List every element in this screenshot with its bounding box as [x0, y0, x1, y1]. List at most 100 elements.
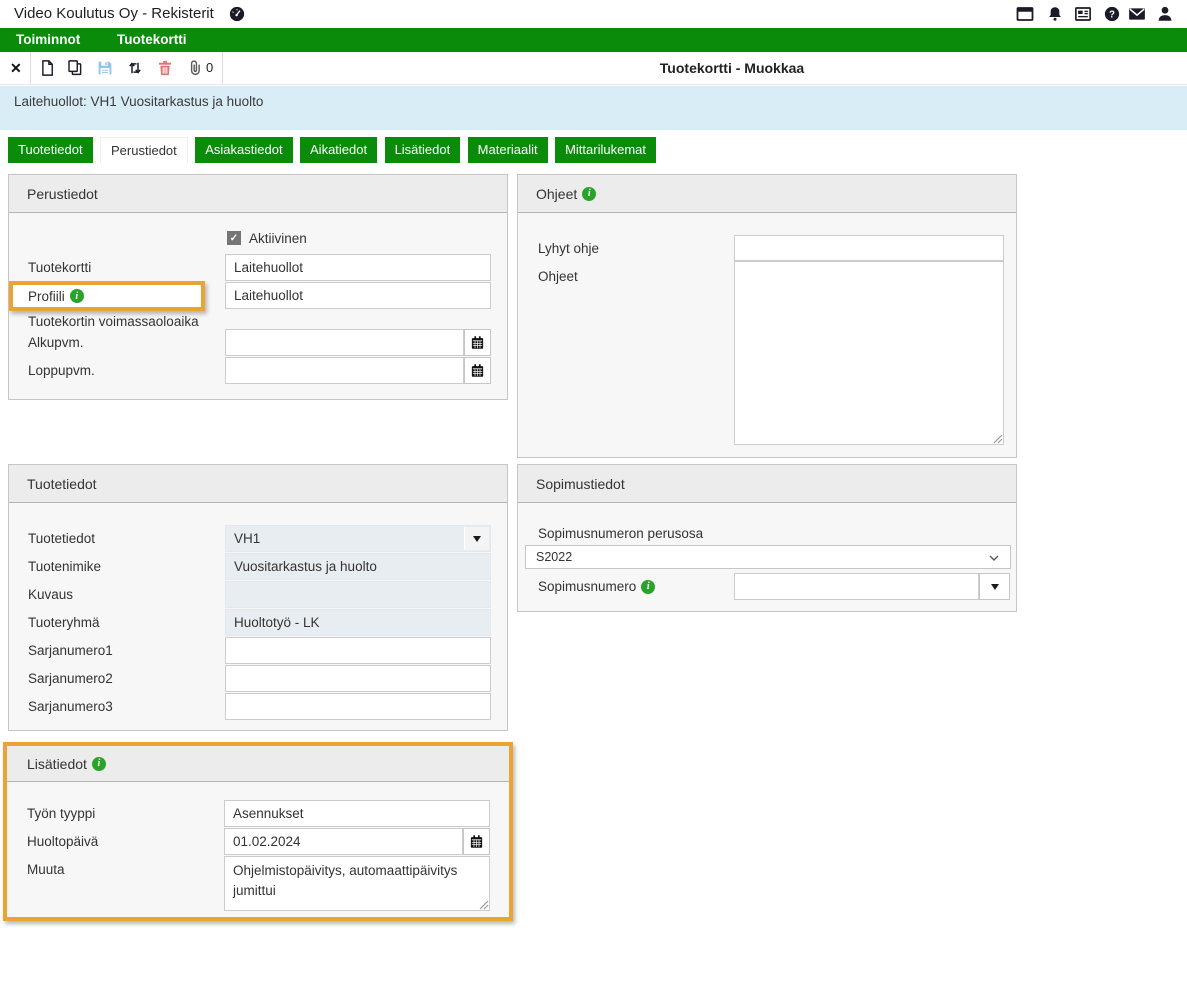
tuoteryhma-field: Huoltotyö - LK [225, 609, 491, 636]
attachment-count: 0 [206, 52, 213, 84]
sopimusnumero-field[interactable] [734, 573, 979, 600]
panel-tuotetiedot: Tuotetiedot Tuotetiedot VH1 Tuotenimike … [8, 464, 508, 731]
ohjeet-textarea[interactable] [734, 261, 1004, 445]
sarjanumero1-field[interactable] [225, 637, 491, 664]
tuoteryhma-label: Tuoteryhmä [28, 609, 100, 636]
app-window: Video Koulutus Oy - Rekisterit ? Toiminn… [0, 0, 1187, 994]
lyhyt-ohje-field[interactable] [734, 235, 1004, 261]
huoltopaiva-field[interactable] [224, 828, 463, 855]
record-infobar: Laitehuollot: VH1 Vuositarkastus ja huol… [0, 86, 1187, 130]
panel-perustiedot-header: Perustiedot [9, 175, 507, 213]
tab-perustiedot[interactable]: Perustiedot [100, 137, 188, 163]
tab-tuotetiedot[interactable]: Tuotetiedot [8, 137, 93, 163]
refresh-icon[interactable] [126, 59, 144, 77]
tyon-tyyppi-label: Työn tyyppi [27, 800, 95, 827]
tuotetiedot-label: Tuotetiedot [28, 525, 95, 552]
info-icon[interactable]: i [641, 580, 655, 594]
menu-tuotekortti[interactable]: Tuotekortti [117, 28, 187, 52]
toolbar-separator [30, 52, 31, 84]
dashboard-icon [228, 5, 246, 23]
aktiivinen-label: Aktiivinen [249, 225, 307, 252]
newspaper-icon[interactable] [1074, 5, 1092, 23]
info-icon[interactable]: i [582, 187, 596, 201]
checkmark-icon: ✓ [230, 233, 238, 244]
tuotekortti-field[interactable] [225, 254, 491, 281]
user-icon[interactable] [1156, 5, 1174, 23]
page-title: Tuotekortti - Muokkaa [660, 52, 804, 84]
loppupvm-field[interactable] [225, 357, 464, 384]
tuotetiedot-dropdown[interactable]: VH1 [225, 525, 491, 552]
sarjanumero3-field[interactable] [225, 693, 491, 720]
tuotekortti-label: Tuotekortti [28, 254, 91, 281]
ohjeet-label: Ohjeet [538, 263, 578, 290]
alkupvm-field[interactable] [225, 329, 464, 356]
muuta-textarea[interactable]: Ohjelmistopäivitys, automaattipäivitys j… [224, 856, 490, 911]
panel-sopimustiedot: Sopimustiedot Sopimusnumeron perusosa S2… [517, 464, 1017, 612]
record-info-text: Laitehuollot: VH1 Vuositarkastus ja huol… [14, 94, 263, 109]
tyon-tyyppi-field[interactable] [224, 800, 490, 827]
loppupvm-label: Loppupvm. [28, 357, 95, 384]
calendar-icon [469, 834, 484, 849]
save-icon[interactable] [96, 59, 114, 77]
panel-tuotetiedot-header: Tuotetiedot [9, 465, 507, 503]
sopimusnumero-dropdown-button[interactable] [979, 573, 1010, 600]
panel-ohjeet-header: Ohjeet i [518, 175, 1016, 213]
sarjanumero2-field[interactable] [225, 665, 491, 692]
alkupvm-label: Alkupvm. [28, 329, 84, 356]
toolbar-separator [222, 52, 223, 84]
new-document-icon[interactable] [38, 59, 56, 77]
caret-down-icon [473, 536, 481, 542]
window-icon[interactable] [1016, 5, 1034, 23]
tuotenimike-field: Vuositarkastus ja huolto [225, 553, 491, 580]
sopimusnumeron-perusosa-label: Sopimusnumeron perusosa [538, 521, 703, 545]
tab-bar: Tuotetiedot Perustiedot Asiakastiedot Ai… [8, 137, 659, 163]
tab-materiaalit[interactable]: Materiaalit [468, 137, 548, 163]
huoltopaiva-label: Huoltopäivä [27, 828, 98, 855]
aktiivinen-checkbox[interactable]: ✓ [227, 231, 241, 245]
toolbar: ✕ 0 Tuotekortti - Muokkaa [0, 52, 1187, 85]
help-icon[interactable]: ? [1103, 5, 1121, 23]
sarjanumero3-label: Sarjanumero3 [28, 693, 113, 720]
dropdown-button[interactable] [464, 527, 489, 550]
muuta-label: Muuta [27, 856, 65, 883]
delete-icon[interactable] [156, 59, 174, 77]
menubar: Toiminnot Tuotekortti [0, 28, 1187, 52]
titlebar: Video Koulutus Oy - Rekisterit ? [0, 0, 1187, 28]
panel-sopimustiedot-title: Sopimustiedot [536, 476, 625, 492]
tab-aikatiedot[interactable]: Aikatiedot [300, 137, 377, 163]
panel-lisatiedot-header: Lisätiedot i [7, 746, 509, 782]
panel-sopimustiedot-header: Sopimustiedot [518, 465, 1016, 503]
tab-asiakastiedot[interactable]: Asiakastiedot [195, 137, 292, 163]
attachment-icon[interactable] [186, 59, 204, 77]
profiili-field[interactable] [225, 282, 491, 309]
bell-icon[interactable] [1046, 5, 1064, 23]
menu-toiminnot[interactable]: Toiminnot [16, 28, 80, 52]
panel-ohjeet: Ohjeet i Lyhyt ohje Ohjeet [517, 174, 1017, 458]
profiili-highlight-box: Profiili i [9, 281, 205, 311]
sopimusnumeron-perusosa-select[interactable]: S2022 [525, 545, 1011, 569]
calendar-icon [470, 363, 485, 378]
lisatiedot-highlight-box: Lisätiedot i Työn tyyppi Huoltopäivä Muu… [3, 742, 513, 921]
kuvaus-field [225, 581, 491, 608]
caret-down-icon [991, 584, 999, 590]
info-icon[interactable]: i [92, 757, 106, 771]
chevron-down-icon [986, 550, 1002, 566]
panel-perustiedot-title: Perustiedot [27, 186, 98, 202]
panel-ohjeet-title: Ohjeet [536, 186, 577, 202]
loppupvm-calendar-button[interactable] [464, 357, 491, 384]
tab-lisatiedot[interactable]: Lisätiedot [385, 137, 461, 163]
app-title: Video Koulutus Oy - Rekisterit [14, 0, 214, 28]
tuotenimike-label: Tuotenimike [28, 553, 101, 580]
svg-text:?: ? [1109, 9, 1115, 20]
sarjanumero1-label: Sarjanumero1 [28, 637, 113, 664]
copy-icon[interactable] [66, 59, 84, 77]
tab-mittarilukemat[interactable]: Mittarilukemat [555, 137, 656, 163]
info-icon[interactable]: i [70, 289, 84, 303]
panel-tuotetiedot-title: Tuotetiedot [27, 476, 97, 492]
kuvaus-label: Kuvaus [28, 581, 73, 608]
close-icon[interactable]: ✕ [10, 52, 22, 84]
alkupvm-calendar-button[interactable] [464, 329, 491, 356]
mail-icon[interactable] [1128, 5, 1146, 23]
huoltopaiva-calendar-button[interactable] [463, 828, 490, 855]
calendar-icon [470, 335, 485, 350]
